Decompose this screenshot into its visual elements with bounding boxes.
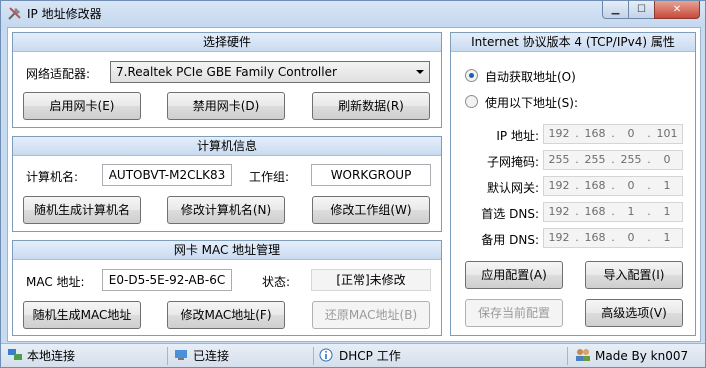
workgroup-field[interactable]: WORKGROUP <box>311 164 431 186</box>
app-window: IP 地址修改器 ▁ ☐ ✕ 选择硬件 网络适配器: 7.Realtek PCI… <box>0 0 706 368</box>
status-mode: DHCP 工作 <box>319 347 401 365</box>
random-mac-button[interactable]: 随机生成MAC地址 <box>23 301 141 329</box>
advanced-options-button[interactable]: 高级选项(V) <box>585 299 683 327</box>
refresh-data-button[interactable]: 刷新数据(R) <box>312 92 430 120</box>
alternate-dns-field[interactable]: 192. 168. 0. 1 <box>543 228 683 248</box>
mac-group: 网卡 MAC 地址管理 MAC 地址: E0-D5-5E-92-AB-6C 状态… <box>12 240 442 336</box>
maximize-button[interactable]: ☐ <box>628 1 655 19</box>
status-author-text: Made By kn007 <box>595 349 689 363</box>
octet: 1 <box>627 205 635 218</box>
random-computer-name-button[interactable]: 随机生成计算机名 <box>23 196 141 224</box>
octet: 192 <box>548 179 570 192</box>
ip-address-field[interactable]: 192. 168. 0. 101 <box>543 124 683 144</box>
gateway-field[interactable]: 192. 168. 0. 1 <box>543 176 683 196</box>
octet: 255 <box>584 153 606 166</box>
octet: 0 <box>663 153 671 166</box>
radio-manual-address[interactable]: 使用以下地址(S): <box>465 93 665 111</box>
restore-mac-button[interactable]: 还原MAC地址(B) <box>312 301 430 329</box>
close-icon: ✕ <box>672 4 682 15</box>
octet: 0 <box>627 127 635 140</box>
status-bar: 本地连接 已连接 DHCP 工作 Made By kn007 <box>1 343 705 367</box>
close-button[interactable]: ✕ <box>654 1 700 19</box>
status-divider <box>313 347 314 365</box>
octet: 0 <box>627 179 635 192</box>
octet: 101 <box>656 127 678 140</box>
octet: 168 <box>584 205 606 218</box>
mac-group-header: 网卡 MAC 地址管理 <box>13 241 441 260</box>
radio-manual-label: 使用以下地址(S): <box>485 96 579 110</box>
connected-icon <box>173 348 189 362</box>
subnet-mask-field[interactable]: 255. 255. 255. 0 <box>543 150 683 170</box>
computer-group-header: 计算机信息 <box>13 137 441 156</box>
enable-adapter-button[interactable]: 启用网卡(E) <box>23 92 141 120</box>
status-connection-text: 本地连接 <box>27 349 76 363</box>
title-bar: IP 地址修改器 ▁ ☐ ✕ <box>1 1 705 27</box>
users-icon <box>575 348 591 362</box>
octet: 168 <box>584 179 606 192</box>
status-state-text: 已连接 <box>193 349 230 363</box>
hardware-group-header: 选择硬件 <box>13 33 441 52</box>
hardware-group: 选择硬件 网络适配器: 7.Realtek PCIe GBE Family Co… <box>12 32 442 128</box>
ipv4-group-header: Internet 协议版本 4 (TCP/IPv4) 属性 <box>451 33 695 52</box>
status-connection: 本地连接 <box>7 347 75 365</box>
change-computer-name-button[interactable]: 修改计算机名(N) <box>167 196 285 224</box>
radio-auto-address[interactable]: 自动获取地址(O) <box>465 67 665 85</box>
gateway-label: 默认网关: <box>486 181 539 195</box>
preferred-dns-label: 首选 DNS: <box>481 207 539 221</box>
mac-address-label: MAC 地址: <box>26 275 85 289</box>
radio-manual-indicator <box>465 95 478 108</box>
tools-icon <box>7 5 23 21</box>
status-author: Made By kn007 <box>575 347 688 365</box>
status-state: 已连接 <box>173 347 229 365</box>
disable-adapter-button[interactable]: 禁用网卡(D) <box>167 92 285 120</box>
workgroup-label: 工作组: <box>249 170 290 184</box>
octet: 192 <box>548 205 570 218</box>
octet: 168 <box>584 231 606 244</box>
mac-status-field: [正常]未修改 <box>311 269 431 291</box>
ip-address-label: IP 地址: <box>496 129 539 143</box>
mac-status-label: 状态: <box>262 275 291 289</box>
adapter-select[interactable]: 7.Realtek PCIe GBE Family Controller <box>110 61 430 83</box>
status-divider <box>567 347 568 365</box>
maximize-icon: ☐ <box>637 4 646 15</box>
adapter-select-value: 7.Realtek PCIe GBE Family Controller <box>116 65 337 79</box>
minimize-button[interactable]: ▁ <box>602 1 629 19</box>
client-area: 选择硬件 网络适配器: 7.Realtek PCIe GBE Family Co… <box>7 27 701 342</box>
apply-config-button[interactable]: 应用配置(A) <box>465 261 563 289</box>
octet: 1 <box>663 205 671 218</box>
status-divider <box>167 347 168 365</box>
octet: 168 <box>584 127 606 140</box>
computer-group: 计算机信息 计算机名: AUTOBVT-M2CLK83 工作组: WORKGRO… <box>12 136 442 232</box>
octet: 192 <box>548 231 570 244</box>
subnet-mask-label: 子网掩码: <box>486 155 539 169</box>
minimize-icon: ▁ <box>611 4 620 15</box>
network-icon <box>7 348 23 362</box>
window-title: IP 地址修改器 <box>27 7 102 21</box>
computer-name-label: 计算机名: <box>26 170 79 184</box>
chevron-down-icon <box>416 70 424 74</box>
radio-auto-label: 自动获取地址(O) <box>485 70 576 84</box>
octet: 192 <box>548 127 570 140</box>
mac-address-field[interactable]: E0-D5-5E-92-AB-6C <box>102 269 232 291</box>
alternate-dns-label: 备用 DNS: <box>481 233 539 247</box>
info-icon <box>319 348 335 362</box>
preferred-dns-field[interactable]: 192. 168. 1. 1 <box>543 202 683 222</box>
octet: 255 <box>548 153 570 166</box>
adapter-label: 网络适配器: <box>26 67 91 81</box>
octet: 255 <box>620 153 642 166</box>
save-config-button[interactable]: 保存当前配置 <box>465 299 563 327</box>
radio-auto-indicator <box>465 69 478 82</box>
change-mac-button[interactable]: 修改MAC地址(F) <box>167 301 285 329</box>
computer-name-field[interactable]: AUTOBVT-M2CLK83 <box>102 164 232 186</box>
octet: 1 <box>663 231 671 244</box>
ipv4-group: Internet 协议版本 4 (TCP/IPv4) 属性 自动获取地址(O) … <box>450 32 696 336</box>
status-mode-text: DHCP 工作 <box>339 349 401 363</box>
import-config-button[interactable]: 导入配置(I) <box>585 261 683 289</box>
change-workgroup-button[interactable]: 修改工作组(W) <box>312 196 430 224</box>
octet: 0 <box>627 231 635 244</box>
octet: 1 <box>663 179 671 192</box>
